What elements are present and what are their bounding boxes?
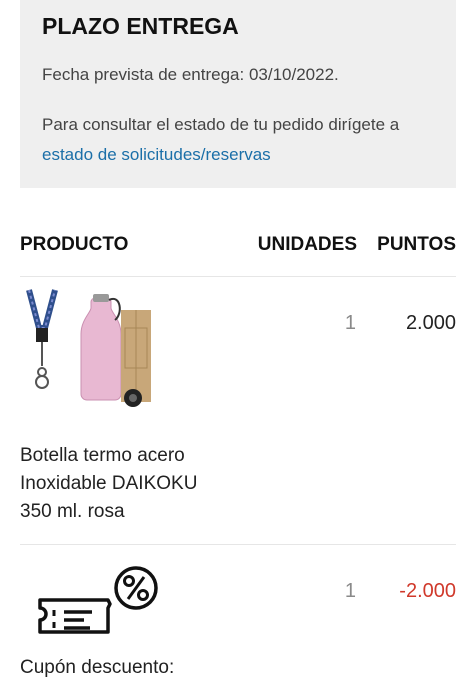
row-divider xyxy=(20,544,456,545)
table-row: 1 -2.000 Cupón descuento: xyxy=(20,560,456,686)
order-status-link[interactable]: estado de solicitudes/reservas xyxy=(42,145,271,164)
thermo-bottle-image xyxy=(26,289,151,407)
item-units: 1 xyxy=(344,312,356,334)
item-points: -2.000 xyxy=(399,580,456,602)
product-name: Botella termo acero Inoxidable DAIKOKU 3… xyxy=(20,442,197,526)
product-name: Cupón descuento: xyxy=(20,654,174,682)
header-divider xyxy=(20,276,456,277)
delivery-date: Fecha prevista de entrega: 03/10/2022. xyxy=(42,65,339,84)
table-header: PRODUCTO UNIDADES PUNTOS xyxy=(20,234,456,258)
column-points: PUNTOS xyxy=(377,234,456,255)
product-name-line: Cupón descuento: xyxy=(20,657,175,678)
product-name-line: Inoxidable DAIKOKU xyxy=(20,473,198,494)
product-name-line: 350 ml. rosa xyxy=(20,501,125,522)
delivery-title: PLAZO ENTREGA xyxy=(42,13,239,39)
delivery-info-text: Para consultar el estado de tu pedido di… xyxy=(42,115,400,134)
discount-coupon-icon xyxy=(38,566,158,634)
product-name-line: Botella termo acero xyxy=(20,445,185,466)
item-points: 2.000 xyxy=(405,312,456,334)
item-units: 1 xyxy=(344,580,356,602)
delivery-panel: PLAZO ENTREGA Fecha prevista de entrega:… xyxy=(20,0,456,188)
delivery-info: Para consultar el estado de tu pedido di… xyxy=(42,110,434,170)
column-units: UNIDADES xyxy=(257,234,357,255)
table-row: 1 2.000 Botella termo acero Inoxidable D… xyxy=(20,288,456,538)
column-product: PRODUCTO xyxy=(20,234,129,255)
